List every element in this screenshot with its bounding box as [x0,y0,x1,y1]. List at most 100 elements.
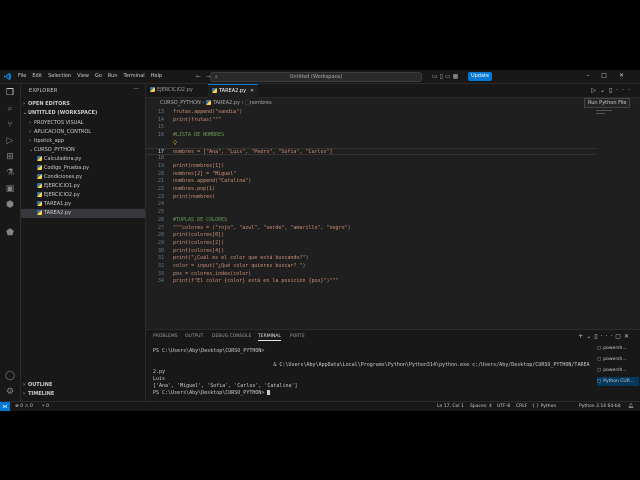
testing-icon[interactable]: ⚗ [5,168,15,178]
remote-indicator-icon[interactable]: ⋈ [0,402,10,411]
extensions-icon[interactable]: ⊞ [5,152,15,162]
indentation-status[interactable]: Spaces: 4 [470,403,492,411]
tree-file[interactable]: EJERCICIO1.py [21,182,145,191]
tree-folder[interactable]: ⌄CURSO_PYTHON [21,146,145,155]
panel-tab-output[interactable]: OUTPUT [185,334,203,339]
code-editor[interactable]: 13 frutas.append("sandia") 14 print(frutas)… [146,107,596,329]
code-text: #LISTA DE NOMBRES [173,132,225,139]
line-number: 21 [157,178,164,185]
menu-go[interactable]: Go [95,73,102,79]
panel-tab-problems[interactable]: PROBLEMS [153,334,178,339]
search-icon: ⌕ [215,74,218,80]
terminal-instance-label: Python CUR... [603,379,634,384]
window-controls[interactable]: –□✕ [586,72,636,79]
terminal-instance[interactable]: ▢ powersh... [597,344,639,353]
tree-file[interactable]: EJERCICIO2.py [21,191,145,200]
account-icon[interactable]: ◯ [5,371,15,381]
update-button[interactable]: Update [468,72,492,81]
python-file-icon [37,210,42,215]
python-icon[interactable]: ⬢ [5,200,15,210]
menu-view[interactable]: View [77,73,89,79]
code-text: nombres[2] = "Miguel" [173,170,237,177]
workspace-section[interactable]: ⌄UNTITLED (WORKSPACE) [23,110,97,116]
title-bar: File Edit Selection View Go Run Terminal… [0,70,640,84]
line-number: 18 [157,155,164,162]
timeline-section[interactable]: › TIMELINE [23,391,54,397]
menu-terminal[interactable]: Terminal [124,73,145,79]
tab-ejercicio2[interactable]: EJERCICIO2.py [146,84,197,97]
line-number: 19 [157,162,164,169]
search-icon[interactable]: ⌕ [5,104,15,114]
tree-file[interactable]: TAREA1.py [21,200,145,209]
notifications-bell-icon[interactable]: 🔔︎ [628,403,634,411]
menu-selection[interactable]: Selection [48,73,71,79]
line-number: 31 [157,255,164,262]
panel-tab-debug-console[interactable]: DEBUG CONSOLE [212,334,251,339]
tree-folder[interactable]: › tipstick_app [21,137,145,146]
run-python-tooltip: Run Python File [584,98,631,108]
source-control-icon[interactable]: ⑂ [5,120,15,130]
tree-file[interactable]: Calculadora.py [21,155,145,164]
tree-file[interactable]: Codigo_Prueba.py [21,164,145,173]
line-number: 29 [157,239,164,246]
tree-item-label: TAREA1.py [44,201,72,207]
eol-status[interactable]: CRLF [516,403,527,411]
terminal-instance[interactable]: ▢ Python CUR... [597,377,639,386]
line-number: 14 [157,116,164,123]
close-icon[interactable]: ✕ [250,88,254,94]
cursor-position[interactable]: Ln 17, Col 1 [437,403,464,411]
breadcrumb-file[interactable]: TAREA2.py [213,100,240,106]
code-line: 14 print(frutas)""" [146,117,596,125]
layout-toggle-icons[interactable]: ▭▯▭▦ [432,73,460,80]
explorer-icon[interactable]: ❐ [5,88,15,98]
problems-status[interactable]: ⊗ 0 ⚠ 0 [15,403,33,411]
line-number: 23 [157,193,164,200]
more-actions-icon[interactable]: ··· [133,86,139,93]
code-line: 21 nombres.append("Catalina") [146,178,596,186]
code-line: 23 print(nombres) [146,194,596,202]
python-file-icon [37,174,42,179]
tree-folder[interactable]: › PROYECTOS VISUAL [21,119,145,128]
vscode-logo-icon [4,73,11,80]
code-line: 28 print(colores[0]) [146,232,596,240]
encoding-status[interactable]: UTF-8 [497,403,510,411]
language-mode[interactable]: { } Python [532,403,556,411]
python-env-icon[interactable]: ⬟ [5,228,15,238]
command-center[interactable]: ⌕ Untitled (Workspace) [210,72,422,82]
settings-gear-icon[interactable]: ⚙ [5,387,15,397]
line-number: 16 [157,132,164,139]
code-text: print(nombres) [173,193,216,200]
lightbulb-icon[interactable]: 💡︎ [173,140,177,148]
code-text: nombres.append("Catalina") [173,178,252,185]
remote-explorer-icon[interactable]: ▣ [5,184,15,194]
tab-tarea2[interactable]: TAREA2.py ✕ [208,84,259,98]
tree-item-label: EJERCICIO2.py [44,192,80,198]
code-text: print(f"El color {color} está en la posi… [173,278,339,285]
menu-run[interactable]: Run [108,73,118,79]
line-number: 30 [157,247,164,254]
breadcrumb-symbol[interactable]: nombres [250,100,272,106]
line-number: 27 [157,224,164,231]
run-debug-icon[interactable]: ▷ [5,136,15,146]
editor-actions[interactable]: ▷⌄▯··· [591,87,634,94]
python-file-icon [37,165,42,170]
python-file-icon [37,201,42,206]
panel-tab-terminal[interactable]: TERMINAL [258,334,281,341]
panel-tab-ports[interactable]: PORTS [290,334,305,339]
tree-file[interactable]: Condiciones.py [21,173,145,182]
terminal-instance[interactable]: ▢ powersh... [597,366,639,375]
python-interpreter[interactable]: Python 3.14 64-bit [579,403,621,411]
outline-section[interactable]: › OUTLINE [23,382,52,388]
menu-edit[interactable]: Edit [32,73,42,79]
tree-folder[interactable]: › APLICACION_CONTROL [21,128,145,137]
panel-actions[interactable]: +⌄▯···▢✕ [578,333,632,340]
tree-file[interactable]: TAREA2.py [21,209,145,218]
breadcrumb-folder[interactable]: CURSO_PYTHON [160,100,201,106]
menu-help[interactable]: Help [151,73,162,79]
open-editors-section[interactable]: › OPEN EDITORS [23,101,70,107]
terminal-instance[interactable]: ▢ powersh... [597,355,639,364]
ports-status[interactable]: ⑂ 0 [42,403,49,411]
terminal-line: PS C:\Users\Aby\Desktop\CURSO_PYTHON> [153,390,271,397]
menu-file[interactable]: File [18,73,26,79]
code-text: print(frutas)""" [173,116,222,123]
